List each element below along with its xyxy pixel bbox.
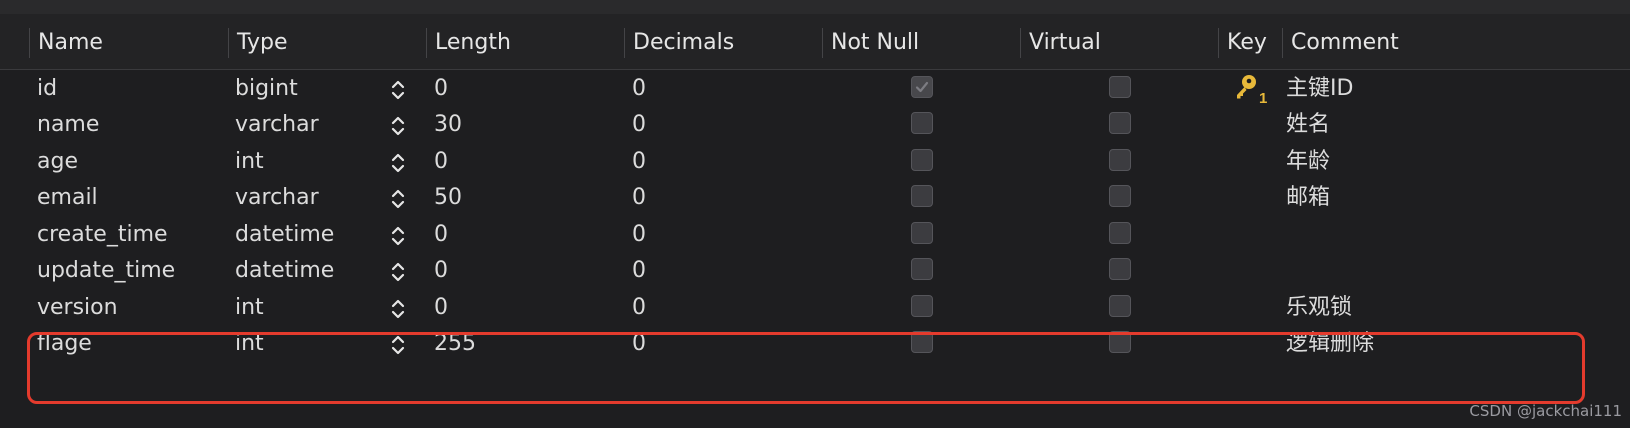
field-name[interactable]: create_time: [37, 216, 168, 254]
field-decimals[interactable]: 0: [632, 70, 646, 108]
virtual-checkbox[interactable]: [1109, 149, 1131, 171]
column-header-decimals[interactable]: Decimals: [624, 28, 822, 58]
field-length[interactable]: 30: [434, 106, 462, 144]
field-decimals[interactable]: 0: [632, 106, 646, 144]
virtual-checkbox[interactable]: [1109, 258, 1131, 280]
field-type[interactable]: datetime: [235, 216, 334, 254]
field-length[interactable]: 0: [434, 143, 448, 181]
column-header-type[interactable]: Type: [228, 28, 426, 58]
field-decimals[interactable]: 0: [632, 325, 646, 363]
virtual-checkbox[interactable]: [1109, 76, 1131, 98]
checkmark-icon: [915, 81, 929, 93]
column-header-length[interactable]: Length: [426, 28, 624, 58]
field-type[interactable]: varchar: [235, 179, 319, 217]
chevron-up-down-icon[interactable]: [390, 79, 406, 101]
chevron-up-down-icon[interactable]: [390, 298, 406, 320]
field-length[interactable]: 255: [434, 325, 476, 363]
not-null-checkbox[interactable]: [911, 295, 933, 317]
field-decimals[interactable]: 0: [632, 216, 646, 254]
table-row[interactable]: age int 0 0 年龄: [0, 143, 1630, 181]
field-decimals[interactable]: 0: [632, 289, 646, 327]
field-name[interactable]: update_time: [37, 252, 175, 290]
field-length[interactable]: 0: [434, 70, 448, 108]
field-comment[interactable]: 乐观锁: [1286, 289, 1352, 327]
field-comment[interactable]: 邮箱: [1286, 179, 1330, 217]
window-top-strip: [0, 0, 1630, 15]
virtual-checkbox[interactable]: [1109, 185, 1131, 207]
field-comment[interactable]: 逻辑删除: [1286, 325, 1374, 363]
column-header-virtual[interactable]: Virtual: [1020, 28, 1218, 58]
field-name[interactable]: name: [37, 106, 99, 144]
field-name[interactable]: age: [37, 143, 78, 181]
virtual-checkbox[interactable]: [1109, 331, 1131, 353]
field-decimals[interactable]: 0: [632, 252, 646, 290]
chevron-up-down-icon[interactable]: [390, 334, 406, 356]
field-decimals[interactable]: 0: [632, 179, 646, 217]
table-row[interactable]: update_time datetime 0 0: [0, 252, 1630, 290]
column-header-not-null[interactable]: Not Null: [822, 28, 1020, 58]
field-length[interactable]: 0: [434, 216, 448, 254]
not-null-checkbox[interactable]: [911, 331, 933, 353]
not-null-checkbox[interactable]: [911, 185, 933, 207]
key-icon: 1: [1237, 75, 1267, 105]
table-row[interactable]: email varchar 50 0 邮箱: [0, 179, 1630, 217]
key-index: 1: [1259, 90, 1267, 105]
column-header-key[interactable]: Key: [1218, 28, 1282, 58]
field-type[interactable]: bigint: [235, 70, 298, 108]
field-type[interactable]: varchar: [235, 106, 319, 144]
table-row[interactable]: id bigint 0 0 1 主键ID: [0, 70, 1630, 108]
not-null-checkbox[interactable]: [911, 258, 933, 280]
field-decimals[interactable]: 0: [632, 143, 646, 181]
field-type[interactable]: int: [235, 143, 264, 181]
field-comment[interactable]: 主键ID: [1286, 70, 1353, 108]
chevron-up-down-icon[interactable]: [390, 261, 406, 283]
field-length[interactable]: 0: [434, 289, 448, 327]
not-null-checkbox[interactable]: [911, 222, 933, 244]
table-row[interactable]: create_time datetime 0 0: [0, 216, 1630, 254]
field-type[interactable]: int: [235, 289, 264, 327]
field-name[interactable]: flage: [37, 325, 92, 363]
not-null-checkbox[interactable]: [911, 149, 933, 171]
not-null-checkbox[interactable]: [911, 76, 933, 98]
field-comment[interactable]: 姓名: [1286, 106, 1330, 144]
virtual-checkbox[interactable]: [1109, 222, 1131, 244]
column-header-name[interactable]: Name: [29, 28, 228, 58]
field-length[interactable]: 0: [434, 252, 448, 290]
chevron-up-down-icon[interactable]: [390, 152, 406, 174]
table-header: Name Type Length Decimals Not Null Virtu…: [0, 14, 1630, 70]
chevron-up-down-icon[interactable]: [390, 188, 406, 210]
field-type[interactable]: int: [235, 325, 264, 363]
field-comment[interactable]: 年龄: [1286, 143, 1330, 181]
column-header-comment[interactable]: Comment: [1282, 28, 1630, 58]
field-name[interactable]: email: [37, 179, 98, 217]
chevron-up-down-icon[interactable]: [390, 115, 406, 137]
field-type[interactable]: datetime: [235, 252, 334, 290]
table-row-selected[interactable]: flage int 255 0 逻辑删除: [0, 325, 1630, 363]
field-name[interactable]: version: [37, 289, 118, 327]
not-null-checkbox[interactable]: [911, 112, 933, 134]
field-length[interactable]: 50: [434, 179, 462, 217]
table-row[interactable]: name varchar 30 0 姓名: [0, 106, 1630, 144]
table-row[interactable]: version int 0 0 乐观锁: [0, 289, 1630, 327]
field-name[interactable]: id: [37, 70, 57, 108]
virtual-checkbox[interactable]: [1109, 295, 1131, 317]
chevron-up-down-icon[interactable]: [390, 225, 406, 247]
watermark: CSDN @jackchai111: [1469, 402, 1622, 420]
virtual-checkbox[interactable]: [1109, 112, 1131, 134]
